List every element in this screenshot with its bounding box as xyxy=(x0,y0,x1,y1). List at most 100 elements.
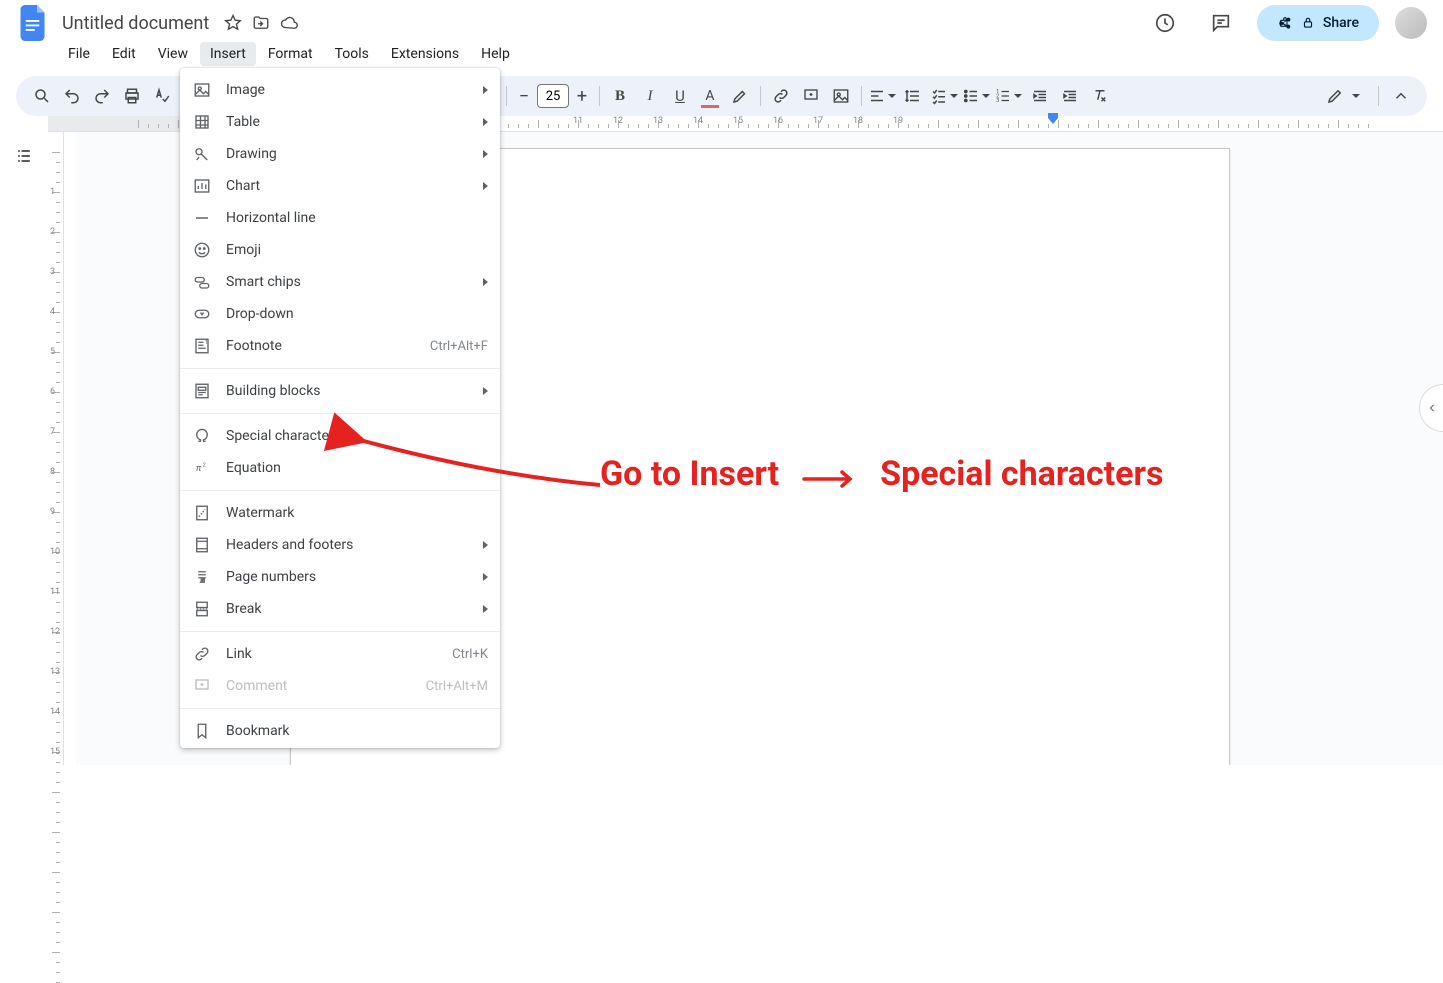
checklist-icon[interactable] xyxy=(930,82,960,110)
watermark-icon xyxy=(192,503,212,523)
menu-file[interactable]: File xyxy=(58,42,100,66)
menu-item-bookmark[interactable]: Bookmark xyxy=(180,715,500,747)
chart-icon xyxy=(192,176,212,196)
insert-link-icon[interactable] xyxy=(767,82,795,110)
menu-item-label: Drawing xyxy=(226,146,475,162)
menu-edit[interactable]: Edit xyxy=(102,42,146,66)
decrease-indent-icon[interactable] xyxy=(1026,82,1054,110)
menu-help[interactable]: Help xyxy=(471,42,520,66)
menu-item-break[interactable]: Break xyxy=(180,593,500,625)
menu-item-special-characters[interactable]: Special characters xyxy=(180,420,500,452)
undo-icon[interactable] xyxy=(58,82,86,110)
menu-item-building-blocks[interactable]: Building blocks xyxy=(180,375,500,407)
menu-item-label: Emoji xyxy=(226,242,488,258)
highlight-icon[interactable] xyxy=(726,82,754,110)
submenu-arrow-icon xyxy=(483,573,488,581)
line-spacing-icon[interactable] xyxy=(900,82,928,110)
share-button[interactable]: Share xyxy=(1257,5,1379,41)
menu-item-emoji[interactable]: Emoji xyxy=(180,234,500,266)
underline-icon[interactable]: U xyxy=(666,82,694,110)
clear-formatting-icon[interactable] xyxy=(1086,82,1114,110)
last-edit-icon[interactable] xyxy=(1145,3,1185,43)
text-color-icon[interactable]: A xyxy=(696,82,724,110)
bold-icon[interactable]: B xyxy=(606,82,634,110)
menu-item-label: Footnote xyxy=(226,338,430,354)
spellcheck-icon[interactable] xyxy=(148,82,176,110)
menu-item-drop-down[interactable]: Drop-down xyxy=(180,298,500,330)
menu-item-equation[interactable]: π2Equation xyxy=(180,452,500,484)
bulleted-list-icon[interactable] xyxy=(962,82,992,110)
menu-separator xyxy=(180,490,500,491)
menu-separator xyxy=(180,708,500,709)
account-avatar[interactable] xyxy=(1395,7,1427,39)
star-icon[interactable] xyxy=(223,13,243,33)
chips-icon xyxy=(192,272,212,292)
menu-item-drawing[interactable]: Drawing xyxy=(180,138,500,170)
font-size-decrease[interactable]: − xyxy=(513,85,535,107)
numbered-list-icon[interactable]: 123 xyxy=(994,82,1024,110)
menu-insert[interactable]: Insert xyxy=(200,42,256,66)
menu-tools[interactable]: Tools xyxy=(325,42,379,66)
search-menu-icon[interactable] xyxy=(28,82,56,110)
svg-text:3: 3 xyxy=(996,98,999,104)
font-size-increase[interactable]: + xyxy=(571,85,593,107)
vertical-ruler[interactable]: 123456789101112131415 xyxy=(48,132,64,765)
editing-mode-button[interactable] xyxy=(1316,83,1370,109)
link-icon xyxy=(192,644,212,664)
submenu-arrow-icon xyxy=(483,150,488,158)
submenu-arrow-icon xyxy=(483,118,488,126)
menu-item-label: Comment xyxy=(226,678,426,694)
table-icon xyxy=(192,112,212,132)
menu-item-link[interactable]: LinkCtrl+K xyxy=(180,638,500,670)
omega-icon xyxy=(192,426,212,446)
menu-item-footnote[interactable]: 1 FootnoteCtrl+Alt+F xyxy=(180,330,500,362)
menu-item-page-numbers[interactable]: Page numbers xyxy=(180,561,500,593)
menu-item-chart[interactable]: Chart xyxy=(180,170,500,202)
collapse-toolbar-icon[interactable] xyxy=(1387,82,1415,110)
italic-icon[interactable]: I xyxy=(636,82,664,110)
dropdown-icon xyxy=(192,304,212,324)
image-icon xyxy=(192,80,212,100)
font-size-input[interactable] xyxy=(537,84,569,108)
outline-toggle-icon[interactable] xyxy=(8,140,40,172)
increase-indent-icon[interactable] xyxy=(1056,82,1084,110)
menu-format[interactable]: Format xyxy=(258,42,323,66)
print-icon[interactable] xyxy=(118,82,146,110)
comments-icon[interactable] xyxy=(1201,3,1241,43)
menu-view[interactable]: View xyxy=(148,42,198,66)
menu-item-smart-chips[interactable]: Smart chips xyxy=(180,266,500,298)
hr-icon xyxy=(192,208,212,228)
menu-item-label: Smart chips xyxy=(226,274,475,290)
menu-item-watermark[interactable]: Watermark xyxy=(180,497,500,529)
svg-text:π: π xyxy=(196,464,202,474)
insert-image-icon[interactable] xyxy=(827,82,855,110)
separator xyxy=(760,86,761,106)
submenu-arrow-icon xyxy=(483,278,488,286)
menu-item-label: Special characters xyxy=(226,428,488,444)
menu-item-comment: CommentCtrl+Alt+M xyxy=(180,670,500,702)
menu-item-horizontal-line[interactable]: Horizontal line xyxy=(180,202,500,234)
separator xyxy=(861,86,862,106)
menu-item-label: Watermark xyxy=(226,505,488,521)
align-icon[interactable] xyxy=(868,82,898,110)
menu-item-label: Chart xyxy=(226,178,475,194)
docs-logo-icon[interactable] xyxy=(16,5,52,41)
cloud-saved-icon[interactable] xyxy=(279,13,299,33)
add-comment-icon[interactable] xyxy=(797,82,825,110)
shortcut-label: Ctrl+Alt+F xyxy=(430,339,488,354)
move-folder-icon[interactable] xyxy=(251,13,271,33)
menu-item-label: Link xyxy=(226,646,452,662)
menu-item-image[interactable]: Image xyxy=(180,74,500,106)
document-title[interactable]: Untitled document xyxy=(56,9,215,38)
menu-item-label: Image xyxy=(226,82,475,98)
redo-icon[interactable] xyxy=(88,82,116,110)
menu-separator xyxy=(180,631,500,632)
menu-item-headers-and-footers[interactable]: Headers and footers xyxy=(180,529,500,561)
menu-item-table[interactable]: Table xyxy=(180,106,500,138)
menu-item-label: Horizontal line xyxy=(226,210,488,226)
submenu-arrow-icon xyxy=(483,86,488,94)
menu-extensions[interactable]: Extensions xyxy=(381,42,469,66)
menu-item-label: Equation xyxy=(226,460,488,476)
submenu-arrow-icon xyxy=(483,541,488,549)
footnote-icon: 1 xyxy=(192,336,212,356)
